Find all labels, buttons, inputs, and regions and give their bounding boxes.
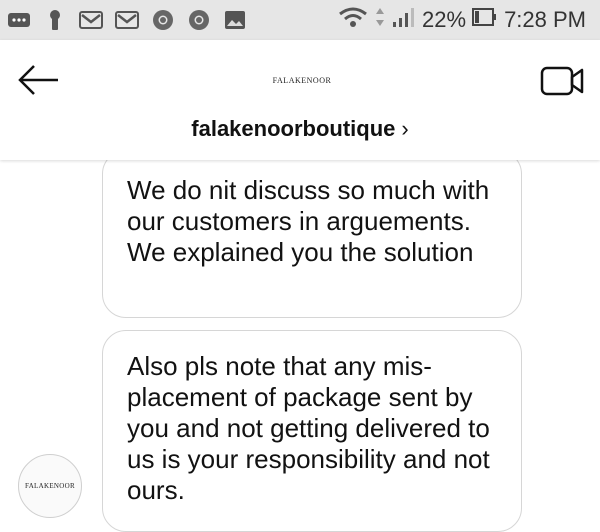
chat-header: FALAKENOOR falakenoorboutique › bbox=[0, 40, 600, 160]
system-status: 22% 7:28 PM bbox=[338, 6, 600, 34]
back-arrow-icon[interactable] bbox=[14, 62, 64, 98]
clock-time: 7:28 PM bbox=[504, 7, 586, 32]
logo-text: FALAKENOOR bbox=[272, 75, 332, 85]
notification-icons bbox=[0, 9, 248, 31]
chrome-icon bbox=[150, 9, 176, 31]
wifi-icon bbox=[338, 6, 368, 34]
more-notifications-icon bbox=[6, 9, 32, 31]
gallery-icon bbox=[222, 9, 248, 31]
username-link[interactable]: falakenoorboutique › bbox=[0, 116, 600, 142]
data-transfer-icon bbox=[374, 6, 386, 34]
avatar-logo-text: FALAKENOOR bbox=[25, 482, 75, 490]
profile-logo[interactable]: FALAKENOOR bbox=[262, 60, 342, 100]
battery-icon bbox=[472, 7, 498, 33]
sender-avatar[interactable]: FALAKENOOR bbox=[18, 454, 82, 518]
gmail-icon bbox=[78, 9, 104, 31]
gmail-icon-2 bbox=[114, 9, 140, 31]
video-call-icon[interactable] bbox=[540, 64, 586, 98]
signal-icon bbox=[392, 6, 416, 34]
chrome-icon-2 bbox=[186, 9, 212, 31]
message-thread[interactable]: We do nit discuss so much with our custo… bbox=[0, 150, 600, 532]
chevron-right-icon: › bbox=[401, 116, 409, 141]
keyhole-icon bbox=[42, 9, 68, 31]
message-bubble[interactable]: Also pls note that any mis-placement of … bbox=[102, 330, 522, 532]
status-bar: 22% 7:28 PM bbox=[0, 0, 600, 40]
message-bubble[interactable]: We do nit discuss so much with our custo… bbox=[102, 150, 522, 318]
battery-percent: 22% bbox=[422, 7, 467, 32]
username: falakenoorboutique bbox=[191, 116, 396, 141]
